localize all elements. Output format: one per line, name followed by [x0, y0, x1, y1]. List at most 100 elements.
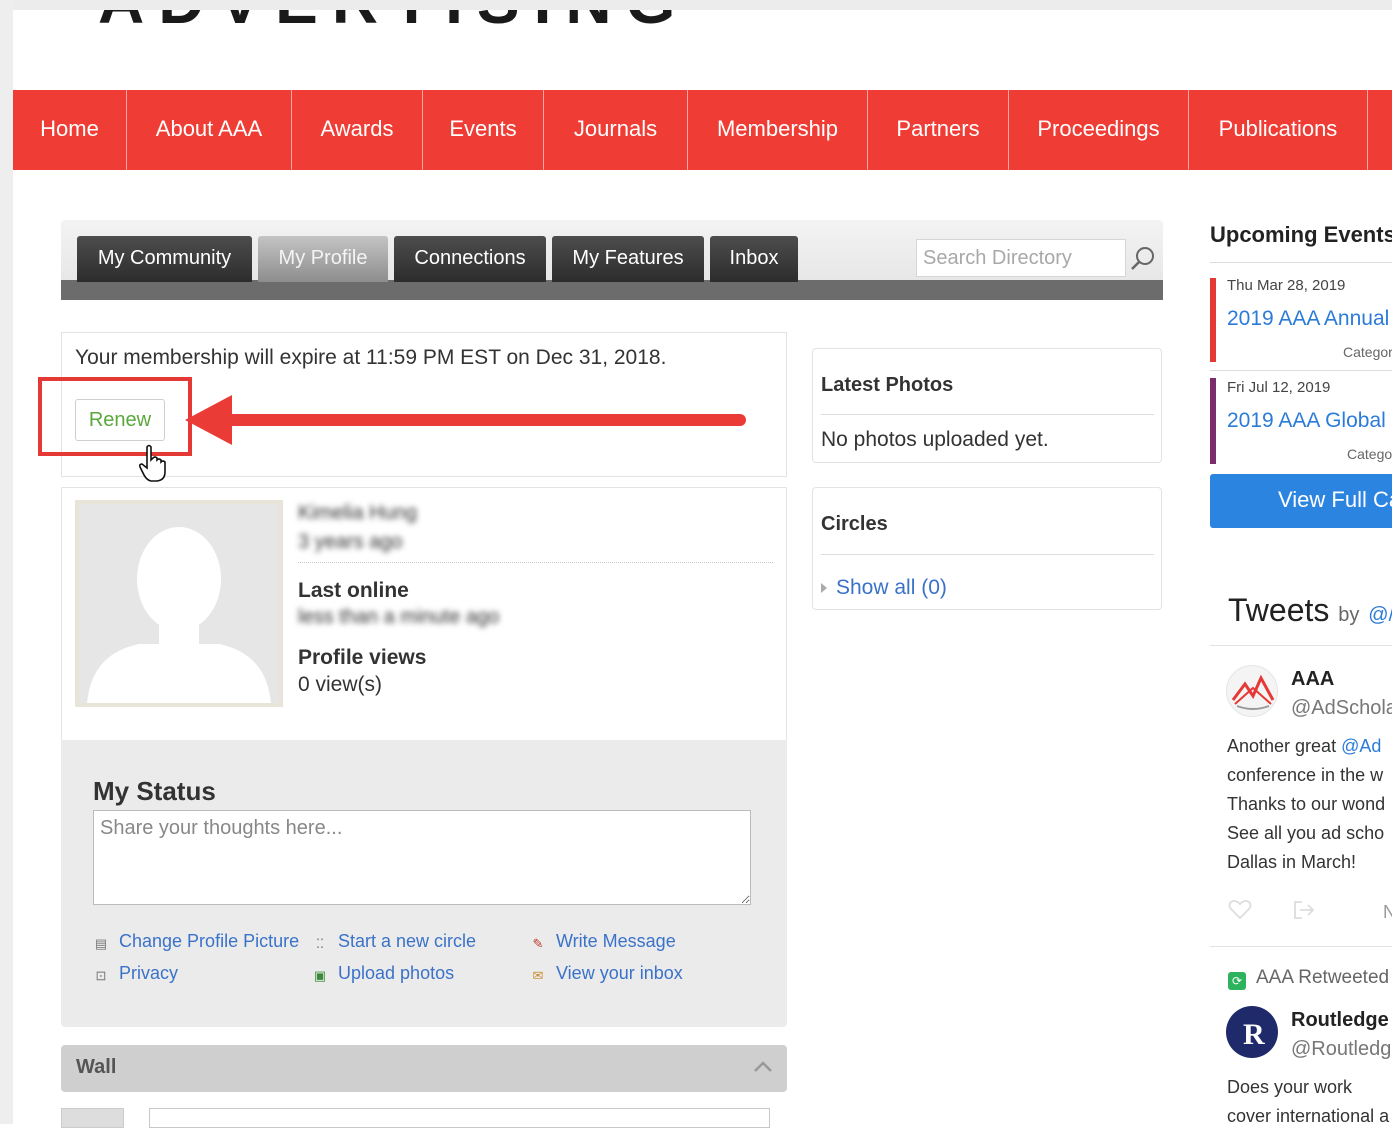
last-online-value: less than a minute ago — [298, 606, 500, 628]
nav-proceedings[interactable]: Proceedings — [1009, 90, 1189, 170]
chevron-up-icon[interactable] — [752, 1058, 774, 1074]
retweet-icon: ⟳ — [1228, 972, 1246, 990]
view-inbox-link[interactable]: ✉ View your inbox — [530, 963, 683, 984]
profile-divider — [298, 562, 773, 563]
wall-avatar — [61, 1108, 124, 1128]
event-color-bar — [1210, 278, 1216, 362]
circles-title: Circles — [821, 513, 888, 535]
tweets-handle-link[interactable]: @/ — [1368, 604, 1392, 626]
no-photos-text: No photos uploaded yet. — [821, 428, 1049, 451]
upcoming-events-heading: Upcoming Events — [1210, 222, 1392, 247]
event-title-link[interactable]: 2019 AAA Global ( — [1227, 409, 1392, 433]
tweet-line: conference in the w — [1227, 765, 1384, 785]
retweet-indicator: ⟳ AAA Retweeted — [1228, 967, 1389, 990]
status-input[interactable] — [93, 810, 751, 905]
tweets-divider — [1210, 645, 1392, 646]
event-divider — [1210, 370, 1392, 371]
nav-partners[interactable]: Partners — [868, 90, 1009, 170]
tweet-more-label[interactable]: N — [1383, 902, 1392, 923]
upload-photos-link[interactable]: ▣ Upload photos — [312, 963, 454, 984]
view-full-calendar-button[interactable]: View Full Ca — [1210, 474, 1392, 528]
event-date: Fri Jul 12, 2019 — [1227, 379, 1331, 396]
tab-my-community[interactable]: My Community — [77, 236, 252, 282]
svg-text:R: R — [1243, 1018, 1265, 1051]
nav-about-aaa[interactable]: About AAA — [127, 90, 292, 170]
nav-awards[interactable]: Awards — [292, 90, 423, 170]
circle-dots-icon: ⁚⁚ — [315, 936, 325, 951]
tweet-author-name[interactable]: Routledge — [1291, 1009, 1389, 1032]
aaa-logo-icon — [1231, 674, 1275, 710]
profile-name: Kimelia Hung — [298, 502, 417, 524]
tweet-line: See all you ad scho — [1227, 823, 1385, 843]
tab-connections[interactable]: Connections — [394, 236, 546, 282]
tweet-body: Does your work cover international a — [1227, 1073, 1389, 1131]
tab-my-features[interactable]: My Features — [552, 236, 704, 282]
tweet-author-name[interactable]: AAA — [1291, 668, 1334, 691]
event-color-bar — [1210, 378, 1216, 464]
tweet-avatar[interactable]: R — [1226, 1006, 1278, 1058]
tweet-line: Another great @Ad — [1227, 732, 1385, 761]
event-title-link[interactable]: 2019 AAA Annual — [1227, 307, 1389, 331]
latest-photos-divider — [821, 414, 1154, 415]
nav-events[interactable]: Events — [423, 90, 544, 170]
write-message-label: Write Message — [556, 931, 676, 951]
site-logo[interactable]: ADVERTISING — [98, 10, 689, 38]
lock-icon: ⊡ — [95, 968, 107, 983]
profile-joined: 3 years ago — [298, 531, 403, 553]
annotation-arrow — [185, 395, 746, 445]
events-heading-divider — [1210, 262, 1392, 263]
tweet-body: Another great @Ad conference in the w Th… — [1227, 732, 1385, 877]
profile-views-label: Profile views — [298, 646, 427, 669]
view-inbox-label: View your inbox — [556, 963, 683, 983]
wall-header[interactable] — [61, 1045, 787, 1092]
nav-journals[interactable]: Journals — [544, 90, 688, 170]
privacy-label: Privacy — [119, 963, 179, 983]
tweet-mention-link[interactable]: @Ad — [1341, 736, 1381, 756]
wall-title: Wall — [76, 1056, 117, 1078]
tweet-screen-name[interactable]: @AdSchola — [1291, 697, 1392, 720]
privacy-link[interactable]: ⊡ Privacy — [93, 963, 178, 984]
id-card-icon: ▤ — [94, 936, 108, 951]
change-profile-picture-link[interactable]: ▤ Change Profile Picture — [93, 931, 299, 952]
avatar[interactable] — [75, 500, 283, 707]
routledge-logo-icon: R — [1243, 1018, 1265, 1051]
circles-show-all-link[interactable]: Show all (0) — [836, 576, 947, 600]
membership-expire-text: Your membership will expire at 11:59 PM … — [75, 346, 667, 369]
pen-icon: ✎ — [532, 936, 544, 951]
wall-post-input[interactable] — [149, 1108, 770, 1128]
window-left-edge — [0, 0, 13, 1124]
write-message-link[interactable]: ✎ Write Message — [530, 931, 676, 952]
latest-photos-title: Latest Photos — [821, 374, 954, 396]
profile-views-value: 0 view(s) — [298, 673, 383, 696]
directory-search-input[interactable] — [916, 239, 1126, 277]
tweet-screen-name[interactable]: @Routledge — [1291, 1038, 1392, 1061]
start-circle-link[interactable]: ⁚⁚ Start a new circle — [312, 931, 476, 952]
tabbar-underline — [61, 280, 1163, 300]
circles-divider — [821, 554, 1154, 555]
like-heart-icon[interactable] — [1228, 898, 1252, 920]
tweet-line: cover international a — [1227, 1106, 1390, 1126]
status-title: My Status — [93, 776, 216, 806]
change-profile-picture-label: Change Profile Picture — [119, 931, 300, 951]
photo-icon: ▣ — [313, 968, 327, 983]
tab-my-profile[interactable]: My Profile — [258, 236, 388, 282]
upload-photos-label: Upload photos — [338, 963, 455, 983]
nav-membership[interactable]: Membership — [688, 90, 868, 170]
caret-right-icon — [821, 583, 827, 593]
envelope-icon: ✉ — [532, 968, 544, 983]
share-icon[interactable] — [1292, 899, 1316, 921]
event-category: Categor — [1343, 344, 1392, 360]
tweet-avatar[interactable] — [1226, 665, 1278, 717]
tweets-heading: Tweets by @/ — [1228, 592, 1392, 629]
tweet-line: Dallas in March! — [1227, 852, 1357, 872]
start-circle-label: Start a new circle — [338, 931, 477, 951]
tab-inbox[interactable]: Inbox — [710, 236, 798, 282]
nav-home[interactable]: Home — [13, 90, 127, 170]
event-date: Thu Mar 28, 2019 — [1227, 277, 1346, 294]
window-top-edge — [0, 0, 1392, 10]
tweet-line: Does your work — [1227, 1077, 1353, 1097]
tweets-by: by — [1338, 604, 1360, 626]
nav-publications[interactable]: Publications — [1189, 90, 1368, 170]
tweets-title: Tweets — [1228, 592, 1330, 628]
search-icon[interactable] — [1128, 244, 1158, 274]
